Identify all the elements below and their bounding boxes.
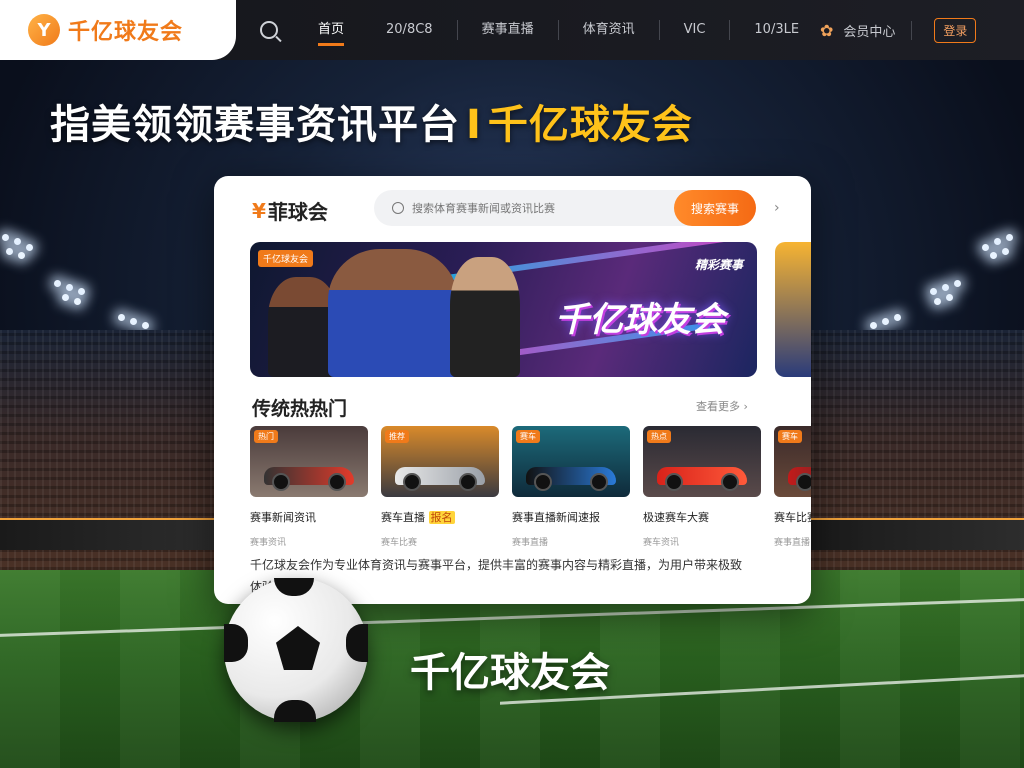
nav-item-6[interactable]: 10/3LE: [730, 20, 823, 40]
race-car: [788, 467, 811, 491]
race-car: [526, 467, 616, 491]
car-tag: 赛车: [778, 430, 802, 443]
car-thumbnail: 热门: [250, 426, 368, 497]
ball-patch: [276, 626, 320, 670]
page-headline: 指美领领赛事资讯平台 I 千亿球友会: [50, 92, 693, 150]
nav-item-2[interactable]: 20/8C8: [362, 20, 458, 40]
card-logo-text: 菲球会: [267, 200, 328, 224]
list-item[interactable]: 赛车 赛车比赛 赛事直播: [774, 426, 811, 548]
ball-patch: [274, 700, 316, 722]
next-banner-preview[interactable]: [775, 242, 811, 377]
race-car: [264, 467, 354, 491]
ball-patch: [224, 624, 248, 662]
race-car: [657, 467, 747, 491]
car-meta: 赛事直播: [774, 538, 811, 548]
list-item[interactable]: 赛车 赛事直播新闻速报 赛事直播: [512, 426, 630, 548]
headline-separator: I: [466, 102, 482, 148]
headline-main: 指美领领赛事资讯平台: [50, 102, 460, 148]
stadium-light-right: [976, 232, 1024, 262]
app-preview-card: ¥ 菲球会 搜索赛事 › 千亿球友会 精彩赛事 千亿球友会 传统热热门 查看更多…: [214, 176, 811, 604]
card-search-button[interactable]: 搜索赛事: [674, 190, 756, 226]
car-meta: 赛事直播: [512, 538, 549, 548]
list-item[interactable]: 热门 赛事新闻资讯 赛事资讯: [250, 426, 368, 548]
car-title: 赛车直播 报名: [381, 509, 499, 525]
site-logo[interactable]: Y 千亿球友会: [0, 0, 236, 60]
search-icon[interactable]: [260, 21, 278, 39]
ad-board-right: [811, 518, 1024, 550]
chevron-right-icon[interactable]: ›: [774, 200, 780, 216]
player-figure: [328, 249, 458, 377]
car-title-highlight: 报名: [428, 511, 455, 524]
nav-item-4[interactable]: 体育资讯: [559, 20, 660, 40]
section-title: 传统热热门: [252, 398, 348, 420]
stadium-light-left: [0, 232, 48, 262]
ball-patch: [346, 624, 368, 662]
top-nav-bar: Y 千亿球友会 首页 20/8C8 赛事直播 体育资讯 VIC 10/3LE ✿…: [0, 0, 1024, 60]
stadium-light-left-2: [52, 278, 100, 308]
car-tag: 推荐: [385, 430, 409, 443]
list-item[interactable]: 热点 极速赛车大赛 赛车资讯: [643, 426, 761, 548]
soccer-ball-icon: [224, 578, 368, 722]
headline-brand: 千亿球友会: [487, 102, 693, 148]
logo-text: 千亿球友会: [68, 20, 184, 45]
banner-badge: 千亿球友会: [258, 250, 314, 267]
main-nav: 首页 20/8C8 赛事直播 体育资讯 VIC 10/3LE: [260, 0, 823, 60]
user-icon[interactable]: ✿: [820, 21, 833, 40]
car-title: 赛车比赛: [774, 511, 811, 524]
car-meta: 赛车资讯: [643, 538, 680, 548]
nav-item-home[interactable]: 首页: [300, 20, 362, 46]
nav-tools: ✿ 会员中心 登录: [820, 18, 977, 43]
view-more-link[interactable]: 查看更多 ›: [696, 398, 748, 414]
banner-title: 千亿球友会: [555, 300, 725, 340]
car-tag: 赛车: [516, 430, 540, 443]
stadium-light-right-2: [924, 278, 972, 308]
nav-item-3[interactable]: 赛事直播: [458, 20, 559, 40]
banner-subtitle: 精彩赛事: [695, 258, 744, 272]
player-figure: [450, 257, 520, 377]
car-thumbnail: 赛车: [774, 426, 811, 497]
member-center-link[interactable]: 会员中心: [843, 21, 913, 40]
car-thumbnail: 热点: [643, 426, 761, 497]
card-logo-icon: ¥: [252, 198, 266, 223]
ad-board-left: [0, 518, 214, 550]
car-title: 赛事直播新闻速报: [512, 511, 600, 524]
login-button[interactable]: 登录: [934, 18, 977, 43]
card-search-bar: 搜索赛事: [374, 190, 756, 226]
card-logo[interactable]: ¥ 菲球会: [252, 196, 328, 225]
search-icon: [392, 202, 404, 214]
car-title: 极速赛车大赛: [643, 511, 709, 524]
car-meta: 赛事资讯: [250, 538, 287, 548]
hot-list: 热门 赛事新闻资讯 赛事资讯 推荐 赛车直播 报名 赛车比赛 赛车 赛事直播新闻…: [250, 426, 811, 548]
nav-item-5[interactable]: VIC: [660, 20, 731, 40]
car-tag: 热门: [254, 430, 278, 443]
hero-banner[interactable]: 千亿球友会 精彩赛事 千亿球友会: [250, 242, 757, 377]
ball-patch: [274, 578, 314, 596]
list-item[interactable]: 推荐 赛车直播 报名 赛车比赛: [381, 426, 499, 548]
car-title: 赛事新闻资讯: [250, 511, 316, 524]
car-title-text: 赛车直播: [381, 511, 425, 524]
car-meta: 赛车比赛: [381, 538, 418, 548]
brand-tagline: 千亿球友会: [410, 650, 610, 696]
car-tag: 热点: [647, 430, 671, 443]
logo-icon: Y: [28, 14, 60, 46]
car-thumbnail: 推荐: [381, 426, 499, 497]
car-thumbnail: 赛车: [512, 426, 630, 497]
card-search-input[interactable]: [412, 201, 682, 215]
race-car: [395, 467, 485, 491]
